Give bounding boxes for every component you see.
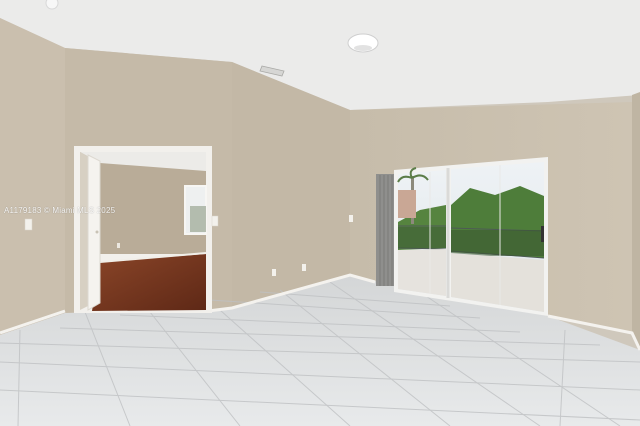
wall-outlet	[302, 264, 306, 271]
smoke-detector	[45, 0, 59, 10]
wood-floor	[92, 254, 206, 311]
vertical-blinds	[376, 174, 396, 286]
light-switch-left	[24, 218, 33, 231]
light-switch	[211, 215, 219, 227]
wall-switch	[349, 215, 353, 222]
left-wall	[0, 18, 65, 335]
distant-house	[398, 190, 416, 218]
wall-outlet	[272, 269, 276, 276]
ceiling-light	[347, 33, 379, 53]
sliding-glass-door	[394, 157, 548, 316]
right-corner-wall	[632, 92, 640, 350]
wall-outlet	[117, 243, 120, 248]
room-photo: A1179183 © Miami MLS 2025	[0, 0, 640, 426]
watermark: A1179183 © Miami MLS 2025	[4, 206, 116, 215]
patio	[398, 249, 446, 296]
door-handle	[541, 226, 544, 242]
